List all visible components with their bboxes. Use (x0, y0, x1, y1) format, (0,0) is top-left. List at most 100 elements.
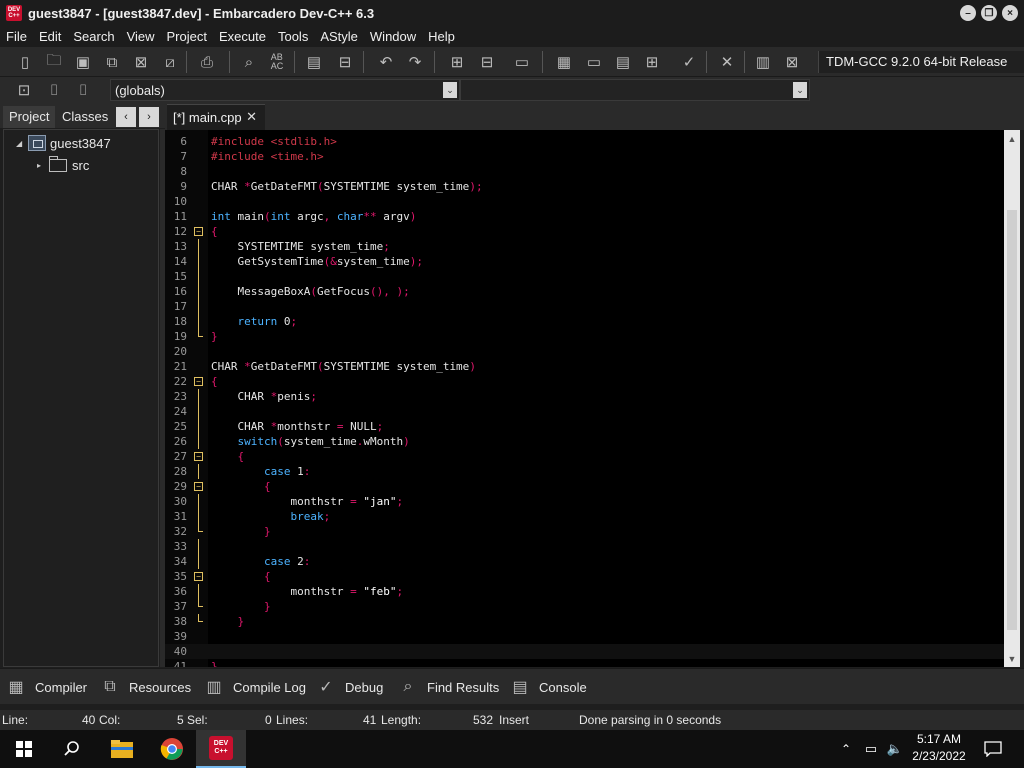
scroll-down-icon[interactable]: ▼ (1004, 650, 1020, 667)
menu-search[interactable]: Search (67, 29, 120, 44)
goto-bookmark-icon[interactable]: ⌷ (72, 79, 94, 101)
code-line[interactable]: 13 SYSTEMTIME system_time; (165, 239, 1004, 254)
fold-toggle-icon[interactable]: − (194, 482, 203, 491)
code-line[interactable]: 7 #include <time.h> (165, 149, 1004, 164)
menu-astyle[interactable]: AStyle (314, 29, 364, 44)
menu-edit[interactable]: Edit (33, 29, 67, 44)
code-line[interactable]: 38 } (165, 614, 1004, 629)
file-explorer-icon[interactable] (102, 730, 142, 768)
code-line[interactable]: 33 (165, 539, 1004, 554)
tree-folder-node[interactable]: ▸ src (37, 156, 89, 173)
close-file-icon[interactable]: ⊠ (130, 51, 152, 73)
delete-profile-icon[interactable]: ⊠ (781, 51, 803, 73)
comment-icon[interactable]: ▭ (511, 51, 533, 73)
close-button[interactable]: × (1002, 5, 1018, 21)
replace-icon[interactable]: AB AC (266, 51, 288, 73)
save-icon[interactable]: ▣ (72, 51, 94, 73)
menu-file[interactable]: File (0, 29, 33, 44)
code-line[interactable]: 39 (165, 629, 1004, 644)
restore-button[interactable]: ❐ (981, 5, 997, 21)
code-line[interactable]: 6 #include <stdlib.h> (165, 134, 1004, 149)
chevron-left-icon[interactable]: ‹ (116, 107, 136, 127)
expanded-triangle-icon[interactable]: ◢ (16, 139, 26, 148)
code-line[interactable]: 19} (165, 329, 1004, 344)
code-line[interactable]: 40 (165, 644, 1004, 659)
code-line[interactable]: 21 CHAR *GetDateFMT(SYSTEMTIME system_tim… (165, 359, 1004, 374)
tab-resources[interactable]: ⧉ Resources (98, 674, 191, 700)
scrollbar-thumb[interactable] (1007, 210, 1017, 630)
close-icon[interactable]: ✕ (246, 109, 257, 125)
chevron-up-icon[interactable]: ⌃ (836, 730, 856, 768)
code-line[interactable]: 11 int main(int argc, char** argv) (165, 209, 1004, 224)
tree-project-node[interactable]: ◢ guest3847 (16, 135, 111, 151)
code-line[interactable]: 29− { (165, 479, 1004, 494)
code-editor[interactable]: 6 #include <stdlib.h> 7 #include <time.h> 8 9… (165, 130, 1004, 667)
chevron-right-icon[interactable]: › (139, 107, 159, 127)
compile-run-icon[interactable]: ▤ (612, 51, 634, 73)
scroll-up-icon[interactable]: ▲ (1004, 130, 1020, 147)
syntax-check-icon[interactable]: ✓ (678, 51, 700, 73)
compile-icon[interactable]: ▦ (553, 51, 575, 73)
menu-project[interactable]: Project (161, 29, 213, 44)
code-line[interactable]: 17 (165, 299, 1004, 314)
code-line[interactable]: 26 switch(system_time.wMonth) (165, 434, 1004, 449)
code-line[interactable]: 32 } (165, 524, 1004, 539)
code-line[interactable]: 35− { (165, 569, 1004, 584)
code-line[interactable]: 28 case 1: (165, 464, 1004, 479)
code-line[interactable]: 18 return 0; (165, 314, 1004, 329)
code-line[interactable]: 23 CHAR *penis; (165, 389, 1004, 404)
menu-help[interactable]: Help (422, 29, 461, 44)
notification-icon[interactable] (978, 730, 1008, 768)
menu-view[interactable]: View (121, 29, 161, 44)
remove-project-icon[interactable]: ⊟ (476, 51, 498, 73)
run-icon[interactable]: ▭ (583, 51, 605, 73)
devcpp-taskbar-icon[interactable]: DEV C++ (196, 730, 246, 768)
code-line[interactable]: 14 GetSystemTime(&system_time); (165, 254, 1004, 269)
tab-console[interactable]: ▤ Console (508, 674, 586, 700)
search-icon[interactable] (52, 730, 92, 768)
code-line[interactable]: 37 } (165, 599, 1004, 614)
tab-compiler[interactable]: ▦ Compiler (4, 674, 87, 700)
close-all-icon[interactable]: ⧄ (159, 51, 181, 73)
chevron-down-icon[interactable]: ⌄ (793, 82, 807, 98)
editor-vertical-scrollbar[interactable]: ▲ ▼ (1004, 130, 1020, 667)
code-line[interactable]: 25 CHAR *monthstr = NULL; (165, 419, 1004, 434)
volume-icon[interactable]: 🔈 (884, 730, 906, 768)
code-line[interactable]: 27− { (165, 449, 1004, 464)
fold-toggle-icon[interactable]: − (194, 377, 203, 386)
compiler-select[interactable]: TDM-GCC 9.2.0 64-bit Release (818, 51, 1024, 73)
code-line[interactable]: 9 CHAR *GetDateFMT(SYSTEMTIME system_time… (165, 179, 1004, 194)
fold-toggle-icon[interactable]: − (194, 227, 203, 236)
code-line[interactable]: 20 (165, 344, 1004, 359)
taskbar-time[interactable]: 5:17 AM (910, 732, 968, 746)
code-line[interactable]: 36 monthstr = "feb"; (165, 584, 1004, 599)
tab-project[interactable]: Project (3, 106, 56, 128)
collapsed-triangle-icon[interactable]: ▸ (37, 161, 47, 170)
goto-declaration-icon[interactable]: ⊡ (13, 79, 35, 101)
find-icon[interactable]: ⌕ (238, 51, 260, 73)
chevron-down-icon[interactable]: ⌄ (443, 82, 457, 98)
open-folder-icon[interactable]: 🗀 (43, 51, 65, 73)
menu-window[interactable]: Window (364, 29, 422, 44)
indent-icon[interactable]: ▤ (303, 51, 325, 73)
menu-tools[interactable]: Tools (272, 29, 314, 44)
chrome-icon[interactable] (152, 730, 192, 768)
rebuild-all-icon[interactable]: ⊞ (641, 51, 663, 73)
windows-start-icon[interactable] (4, 730, 44, 768)
menu-execute[interactable]: Execute (213, 29, 272, 44)
profile-icon[interactable]: ▥ (752, 51, 774, 73)
bookmark-icon[interactable]: ⌷ (43, 79, 65, 101)
scope-combo[interactable]: (globals) ⌄ (110, 79, 460, 101)
tab-debug[interactable]: ✓ Debug (314, 674, 383, 700)
tab-main-cpp[interactable]: [*] main.cpp ✕ (167, 104, 265, 130)
tab-compile-log[interactable]: ▥ Compile Log (202, 674, 306, 700)
minimize-button[interactable]: – (960, 5, 976, 21)
code-line[interactable]: 31 break; (165, 509, 1004, 524)
taskbar-date[interactable]: 2/23/2022 (908, 749, 970, 763)
code-line[interactable]: 8 (165, 164, 1004, 179)
fold-toggle-icon[interactable]: − (194, 572, 203, 581)
tab-classes[interactable]: Classes (56, 106, 114, 128)
save-all-icon[interactable]: ⧉ (101, 51, 123, 73)
code-line[interactable]: 15 (165, 269, 1004, 284)
code-line[interactable]: 34 case 2: (165, 554, 1004, 569)
